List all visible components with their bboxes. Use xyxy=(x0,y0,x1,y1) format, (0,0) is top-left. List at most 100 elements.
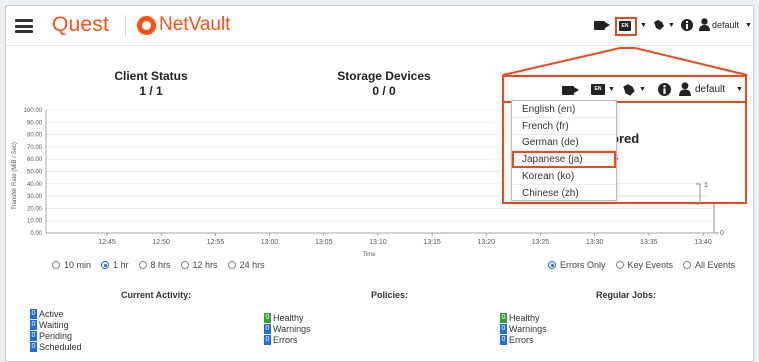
status-row[interactable]: 0 Errors xyxy=(264,335,311,346)
radio-button-icon[interactable] xyxy=(101,261,110,269)
radio-option[interactable]: 1 hr xyxy=(101,260,129,270)
quest-logo[interactable]: Quest xyxy=(52,13,109,37)
status-label[interactable]: Healthy xyxy=(509,313,540,323)
language-dropdown: English (en) French (fr) German (de) Japane… xyxy=(511,100,617,202)
language-option[interactable]: German (de) xyxy=(512,134,616,152)
status-label[interactable]: Pending xyxy=(39,331,72,341)
status-label[interactable]: Healthy xyxy=(273,313,304,323)
user-name[interactable]: default xyxy=(695,84,725,95)
radio-button-icon[interactable] xyxy=(615,261,624,269)
partial-secondary-axis: 1 xyxy=(696,182,708,205)
secondary-axis-tick-label: 0 xyxy=(720,230,724,237)
count-badge: 0 xyxy=(30,320,37,330)
chevron-down-icon: ▼ xyxy=(745,22,752,29)
count-badge: 0 xyxy=(264,313,271,323)
status-row[interactable]: 0 Warnings xyxy=(500,324,547,335)
event-filter-selector: Errors Only Key Events All Events xyxy=(548,260,745,271)
storage-devices: Storage Devices 0 / 0 xyxy=(324,69,444,98)
status-row[interactable]: 0 Healthy xyxy=(500,313,547,324)
count-badge: 0 xyxy=(500,324,507,334)
time-range-selector: 10 min 1 hr 8 hrs 12 hrs 24 hrs xyxy=(52,260,275,271)
radio-label: 10 min xyxy=(64,260,92,270)
partial-chart-line xyxy=(608,183,708,197)
radio-button-icon[interactable] xyxy=(683,261,692,269)
chevron-down-icon: ▼ xyxy=(736,86,743,93)
y-tick-label: 50.00 xyxy=(27,170,43,176)
language-option[interactable]: Japanese (ja) xyxy=(512,151,616,169)
radio-button-icon[interactable] xyxy=(138,261,147,269)
info-icon[interactable] xyxy=(681,19,693,31)
y-tick-label: 0.00 xyxy=(30,231,42,237)
status-label[interactable]: Warnings xyxy=(509,324,547,334)
status-row[interactable]: 0 Errors xyxy=(500,335,547,346)
divider xyxy=(125,15,126,37)
radio-option[interactable]: 8 hrs xyxy=(138,260,171,270)
x-tick-label: 13:35 xyxy=(640,239,658,246)
user-icon[interactable] xyxy=(679,82,691,96)
radio-label: Key Events xyxy=(627,260,674,270)
radio-label: All Events xyxy=(695,260,736,270)
x-tick-label: 12:55 xyxy=(207,239,225,246)
radio-option[interactable]: Errors Only xyxy=(548,260,606,270)
puzzle-icon[interactable] xyxy=(621,82,637,98)
y-tick-label: 70.00 xyxy=(27,145,43,151)
language-option[interactable]: Chinese (zh) xyxy=(512,185,616,202)
y-tick-label: 80.00 xyxy=(27,133,43,139)
info-icon[interactable] xyxy=(658,83,671,96)
video-icon[interactable] xyxy=(594,21,610,30)
netvault-logo-text: NetVault xyxy=(159,14,231,35)
language-option[interactable]: English (en) xyxy=(512,101,616,118)
status-row[interactable]: 0 Waiting xyxy=(30,320,82,331)
radio-option[interactable]: 12 hrs xyxy=(180,260,218,270)
chevron-down-icon: ▼ xyxy=(639,86,646,93)
status-label[interactable]: Errors xyxy=(273,335,298,345)
status-row[interactable]: 0 Pending xyxy=(30,331,82,342)
language-icon: EN xyxy=(619,21,631,31)
radio-button-icon[interactable] xyxy=(180,261,189,269)
status-label[interactable]: Warnings xyxy=(273,324,311,334)
user-name[interactable]: default xyxy=(712,20,739,30)
radio-label: 1 hr xyxy=(113,260,129,270)
count-badge: 0 xyxy=(264,324,271,334)
user-icon[interactable] xyxy=(699,18,710,31)
radio-option[interactable]: 10 min xyxy=(52,260,91,270)
radio-option[interactable]: 24 hrs xyxy=(227,260,265,270)
radio-option[interactable]: Key Events xyxy=(615,260,674,270)
radio-button-icon[interactable] xyxy=(227,261,236,269)
client-status: Client Status 1 / 1 xyxy=(96,69,206,98)
radio-button-icon[interactable] xyxy=(52,261,60,269)
y-tick-label: 60.00 xyxy=(27,157,43,163)
storage-devices-value: 0 / 0 xyxy=(372,84,396,98)
x-tick-label: 13:40 xyxy=(694,239,712,246)
current-activity-list: 0 Active 0 Waiting 0 Pending 0 Scheduled xyxy=(30,309,82,353)
status-label[interactable]: Waiting xyxy=(39,320,69,330)
radio-label: Errors Only xyxy=(560,260,606,270)
regular-jobs-list: 0 Healthy 0 Warnings 0 Errors xyxy=(500,313,547,346)
radio-option[interactable]: All Events xyxy=(683,260,735,270)
status-label[interactable]: Active xyxy=(39,309,64,319)
y-ticks: 100.00 90.00 80.00 70.00 60.00 50.00 40.00 30.0… xyxy=(24,108,43,237)
x-tick-label: 13:05 xyxy=(315,239,333,246)
count-badge: 0 xyxy=(500,313,507,323)
radio-button-icon[interactable] xyxy=(548,261,556,269)
status-row[interactable]: 0 Warnings xyxy=(264,324,311,335)
chevron-down-icon: ▼ xyxy=(668,22,675,29)
status-row[interactable]: 0 Healthy xyxy=(264,313,311,324)
top-bar: Quest NetVault EN ▼ ▼ default ▼ xyxy=(6,6,753,46)
language-option[interactable]: French (fr) xyxy=(512,118,616,135)
status-row[interactable]: 0 Scheduled xyxy=(30,342,82,353)
language-icon[interactable]: EN xyxy=(591,84,605,95)
x-tick-label: 12:50 xyxy=(152,239,170,246)
x-tick-label: 13:15 xyxy=(423,239,441,246)
language-button[interactable]: EN xyxy=(615,17,637,36)
status-label[interactable]: Scheduled xyxy=(39,342,82,352)
language-option[interactable]: Korean (ko) xyxy=(512,168,616,185)
puzzle-icon[interactable] xyxy=(652,18,666,32)
status-label[interactable]: Errors xyxy=(509,335,534,345)
x-tick-label: 13:10 xyxy=(369,239,387,246)
menu-icon[interactable] xyxy=(15,19,33,33)
count-badge: 0 xyxy=(30,309,37,319)
status-row[interactable]: 0 Active xyxy=(30,309,82,320)
video-icon[interactable] xyxy=(562,86,579,95)
client-status-value: 1 / 1 xyxy=(139,84,163,98)
